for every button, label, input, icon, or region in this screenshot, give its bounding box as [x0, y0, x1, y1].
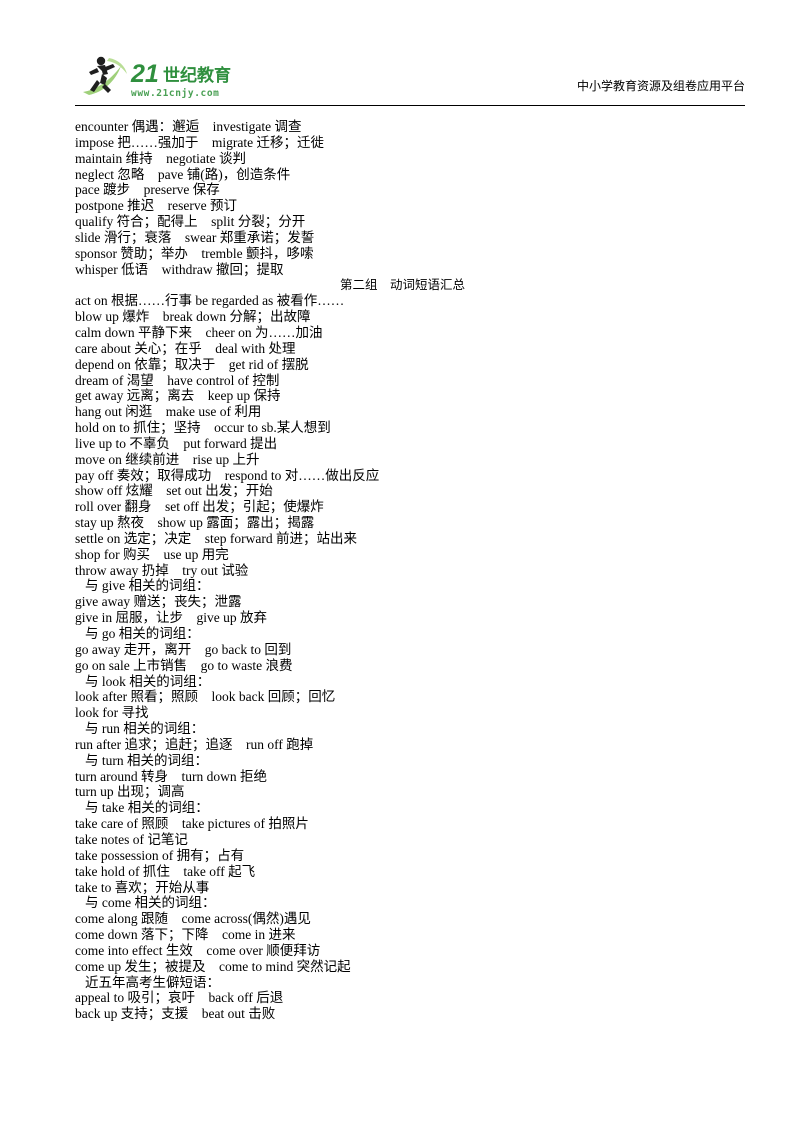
phrase-line: turn up 出现；调高 — [75, 784, 185, 800]
vocabulary-line: qualify 符合；配得上 split 分裂；分开 — [75, 214, 306, 230]
phrase-line: give in 屈服，让步 give up 放弃 — [75, 610, 267, 626]
page-header: 21 世纪教育 www.21cnjy.com 中小学教育资源及组卷应用平台 — [75, 52, 745, 104]
phrase-line: shop for 购买 use up 用完 — [75, 546, 229, 562]
vocabulary-line: impose 把……强加于 migrate 迁移；迁徙 — [75, 134, 324, 150]
phrase-subheading: 近五年高考生僻短语： — [85, 974, 220, 990]
phrase-line: take to 喜欢；开始从事 — [75, 879, 210, 895]
phrase-subheading: 与 go 相关的词组： — [85, 626, 200, 641]
phrase-line: move on 继续前进 rise up 上升 — [75, 451, 260, 467]
phrase-line: come down 落下；下降 come in 进来 — [75, 927, 296, 943]
phrase-line: take notes of 记笔记 — [75, 831, 188, 847]
verb-phrase-list: act on 根据……行事 be regarded as 被看作…… blow u… — [75, 293, 745, 1022]
phrase-line: come into effect 生效 come over 顺便拜访 — [75, 942, 321, 958]
phrase-line: hold on to 抓住；坚持 occur to sb.某人想到 — [75, 420, 331, 436]
phrase-line: come up 发生；被提及 come to mind 突然记起 — [75, 958, 351, 974]
phrase-line: get away 远离；离去 keep up 保持 — [75, 388, 281, 404]
vocabulary-line: pace 踱步 preserve 保存 — [75, 182, 220, 198]
phrase-line: depend on 依靠；取决于 get rid of 摆脱 — [75, 356, 309, 372]
phrase-line: roll over 翻身 set off 出发；引起；使爆炸 — [75, 499, 324, 515]
phrase-line: settle on 选定；决定 step forward 前进；站出来 — [75, 530, 357, 546]
logo-url: www.21cnjy.com — [131, 88, 219, 99]
phrase-line: calm down 平静下来 cheer on 为……加油 — [75, 324, 323, 340]
phrase-line: look after 照看；照顾 look back 回顾；回忆 — [75, 689, 336, 705]
phrase-line: live up to 不辜负 put forward 提出 — [75, 435, 278, 451]
phrase-line: show off 炫耀 set out 出发；开始 — [75, 483, 273, 499]
phrase-line: run after 追求；追赶；追逐 run off 跑掉 — [75, 736, 314, 752]
phrase-line: dream of 渴望 have control of 控制 — [75, 372, 280, 388]
phrase-line: care about 关心；在乎 deal with 处理 — [75, 340, 296, 356]
phrase-line: give away 赠送；丧失；泄露 — [75, 594, 242, 610]
phrase-subheading: 与 give 相关的词组： — [85, 578, 210, 594]
phrase-line: act on 根据……行事 be regarded as 被看作…… — [75, 293, 345, 309]
phrase-line: take hold of 抓住 take off 起飞 — [75, 863, 256, 879]
phrase-subheading: 与 take 相关的词组： — [85, 800, 209, 816]
platform-title: 中小学教育资源及组卷应用平台 — [576, 79, 745, 93]
phrase-line: appeal to 吸引；哀吁 back off 后退 — [75, 990, 284, 1006]
document-body: encounter 偶遇：邂逅 investigate 调查 impose 把……… — [75, 119, 745, 1022]
document-page: 21 世纪教育 www.21cnjy.com 中小学教育资源及组卷应用平台 en… — [0, 0, 794, 1123]
logo-graphic: 21 世纪教育 www.21cnjy.com — [83, 56, 231, 99]
phrase-line: pay off 奏效；取得成功 respond to 对……做出反应 — [75, 467, 380, 483]
phrase-subheading: 与 look 相关的词组： — [85, 673, 211, 689]
phrase-line: take possession of 拥有；占有 — [75, 847, 245, 863]
section-heading-wrapper: 第二组 动词短语汇总 — [75, 277, 745, 293]
phrase-subheading: 与 come 相关的词组： — [85, 895, 216, 911]
phrase-line: come along 跟随 come across(偶然)遇见 — [75, 911, 311, 927]
site-logo: 21 世纪教育 www.21cnjy.com — [75, 52, 260, 100]
vocabulary-list: encounter 偶遇：邂逅 investigate 调查 impose 把……… — [75, 119, 745, 277]
phrase-line: throw away 扔掉 try out 试验 — [75, 562, 249, 578]
phrase-subheading: 与 turn 相关的词组： — [85, 752, 208, 768]
header-divider — [75, 105, 745, 106]
phrase-line: go away 走开，离开 go back to 回到 — [75, 641, 292, 657]
vocabulary-line: slide 滑行；衰落 swear 郑重承诺；发誓 — [75, 229, 315, 245]
phrase-line: stay up 熬夜 show up 露面；露出；揭露 — [75, 515, 315, 531]
phrase-line: hang out 闲逛 make use of 利用 — [75, 404, 262, 420]
vocabulary-line: encounter 偶遇：邂逅 investigate 调查 — [75, 119, 302, 134]
phrase-line: take care of 照顾 take pictures of 拍照片 — [75, 816, 309, 832]
logo-wordmark: 21 世纪教育 — [130, 60, 231, 88]
vocabulary-line: neglect 忽略 pave 铺(路)，创造条件 — [75, 166, 291, 182]
vocabulary-line: postpone 推迟 reserve 预订 — [75, 198, 237, 214]
phrase-line: back up 支持；支援 beat out 击败 — [75, 1006, 276, 1022]
svg-text:世纪教育: 世纪教育 — [163, 65, 231, 86]
phrase-line: blow up 爆炸 break down 分解；出故障 — [75, 309, 311, 325]
section-heading: 第二组 动词短语汇总 — [340, 277, 466, 293]
phrase-line: look for 寻找 — [75, 705, 149, 721]
svg-text:21: 21 — [130, 60, 159, 88]
phrase-line: turn around 转身 turn down 拒绝 — [75, 768, 267, 784]
phrase-subheading: 与 run 相关的词组： — [85, 721, 205, 737]
vocabulary-line: whisper 低语 withdraw 撤回；提取 — [75, 261, 284, 277]
vocabulary-line: maintain 维持 negotiate 谈判 — [75, 150, 246, 166]
phrase-line: go on sale 上市销售 go to waste 浪费 — [75, 657, 293, 673]
vocabulary-line: sponsor 赞助；举办 tremble 颤抖，哆嗦 — [75, 245, 314, 261]
